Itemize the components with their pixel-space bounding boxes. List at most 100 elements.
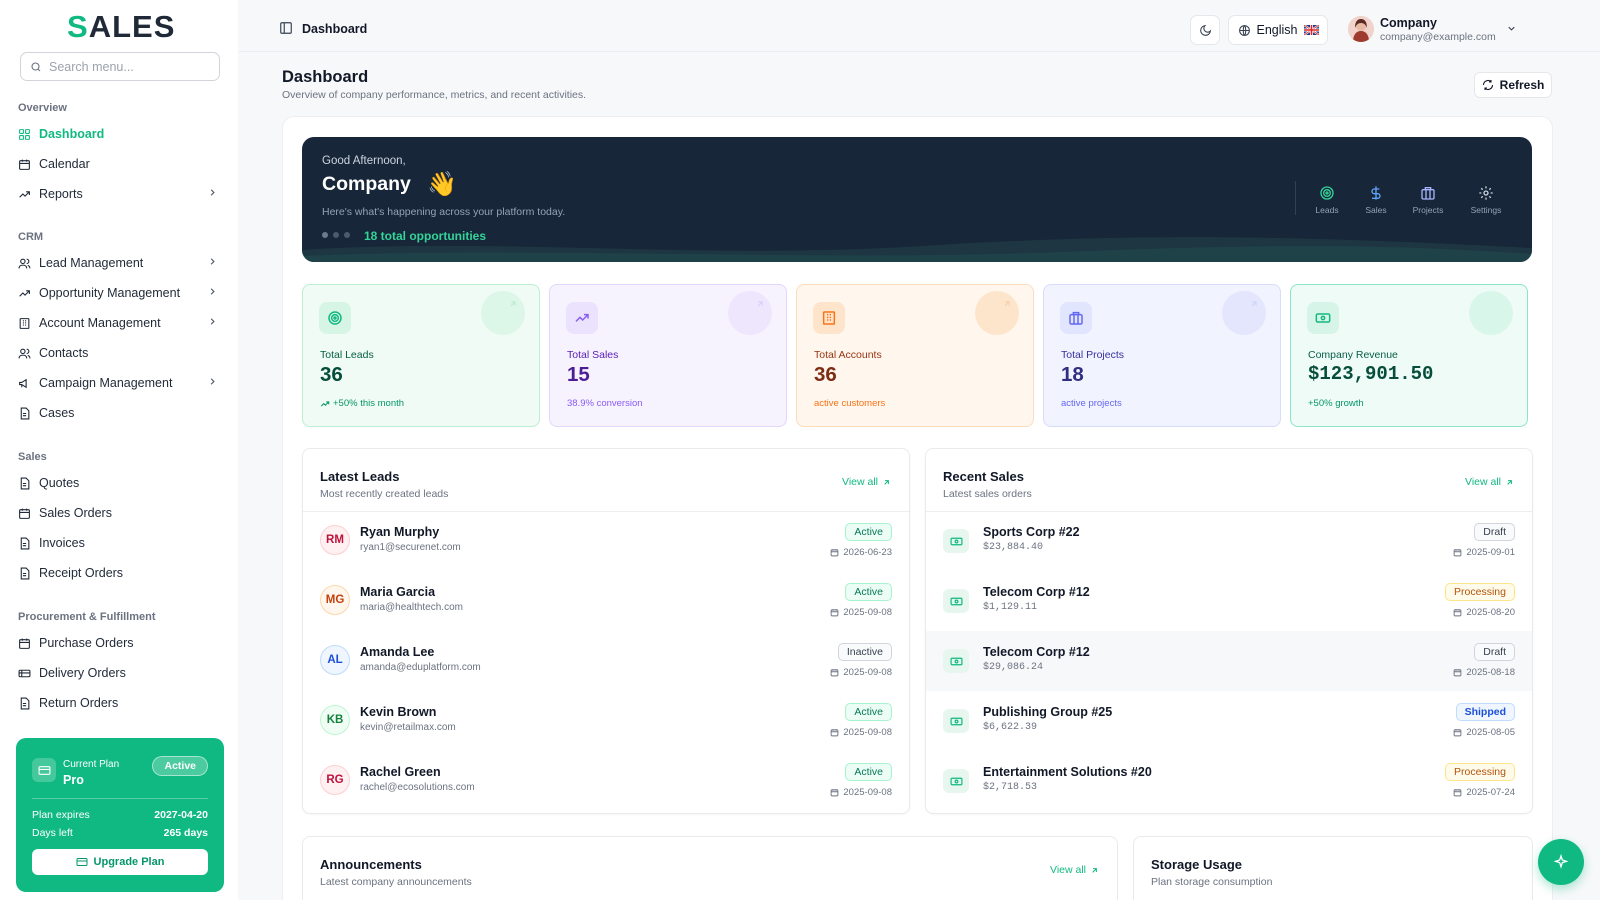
sidebar-item-reports[interactable]: Reports [18,182,222,206]
upgrade-plan-button[interactable]: Upgrade Plan [32,849,208,875]
lead-row[interactable]: MG Maria Garcia maria@healthtech.com Act… [303,571,909,631]
status-badge: Active [845,523,892,541]
view-all-announcements-link[interactable]: View all [1050,864,1099,876]
sale-name: Sports Corp #22 [983,525,1080,539]
panel-title: Storage Usage [1151,857,1243,872]
plan-expires-row: Plan expires 2027-04-20 [32,809,208,821]
app-logo[interactable]: SALES [67,9,175,45]
arrow-up-right-icon [884,479,889,485]
sidebar-item-contacts[interactable]: Contacts [18,341,222,365]
arrow-up-right-icon [1507,479,1512,485]
date-text: 2025-08-18 [1466,667,1515,678]
current-plan-card: Current Plan Pro Active Plan expires 202… [16,738,224,892]
lead-row[interactable]: AL Amanda Lee amanda@eduplatform.com Ina… [303,631,909,691]
lead-email: ryan1@securenet.com [360,542,461,553]
sidebar-item-receipt-orders[interactable]: Receipt Orders [18,561,222,585]
sale-row[interactable]: Telecom Corp #12 $1,129.11 Processing 20… [926,571,1532,631]
stat-label: Total Sales [567,349,619,361]
lead-email: amanda@eduplatform.com [360,662,481,673]
sidebar-item-sales-orders[interactable]: Sales Orders [18,501,222,525]
sidebar-item-label: Cases [39,406,75,420]
chevron-down-icon[interactable] [1506,23,1517,34]
credit-card-icon [32,758,56,782]
refresh-button[interactable]: Refresh [1474,72,1552,98]
sidebar-item-label: Invoices [39,536,85,550]
stat-card-total-projects[interactable]: Total Projects 18 active projects [1043,284,1281,427]
sale-name: Entertainment Solutions #20 [983,765,1152,779]
greeting-text: Good Afternoon, [322,155,406,167]
plan-divider [32,798,208,799]
stat-note-text: +50% growth [1308,398,1364,409]
hero-action-leads[interactable]: Leads [1303,185,1351,215]
theme-toggle-button[interactable] [1190,15,1220,45]
sidebar-item-purchase-orders[interactable]: Purchase Orders [18,631,222,655]
sidebar-item-label: Purchase Orders [39,636,134,650]
status-badge: Processing [1445,763,1515,781]
arrow-up-right-icon [1251,301,1257,307]
sidebar-item-calendar[interactable]: Calendar [18,152,222,176]
nav-group-overview: Overview [18,102,67,114]
chevron-right-icon [210,288,215,295]
sale-row[interactable]: Publishing Group #25 $6,622.39 Shipped 2… [926,691,1532,751]
stat-note-text: active projects [1061,398,1122,409]
search-icon [31,61,41,71]
stat-card-total-leads[interactable]: Total Leads 36 +50% this month [302,284,540,427]
view-all-label: View all [1050,864,1086,876]
sale-row[interactable]: Sports Corp #22 $23,884.40 Draft 2025-09… [926,511,1532,571]
calendar-icon [1454,609,1462,617]
stat-value: 15 [567,363,590,386]
language-selector[interactable]: English [1228,15,1328,45]
sidebar-item-opportunity-management[interactable]: Opportunity Management [18,281,222,305]
sidebar-item-lead-management[interactable]: Lead Management [18,251,222,275]
sidebar-item-dashboard[interactable]: Dashboard [18,122,222,146]
trend-icon [19,190,30,198]
stat-card-total-sales[interactable]: Total Sales 15 38.9% conversion [549,284,787,427]
sale-row[interactable]: Entertainment Solutions #20 $2,718.53 Pr… [926,751,1532,811]
arrow-up-right-icon [510,301,516,307]
sale-name: Publishing Group #25 [983,705,1113,719]
view-all-sales-link[interactable]: View all [1465,476,1514,488]
briefcase-icon [1421,187,1435,200]
sidebar-item-label: Lead Management [39,256,144,270]
lead-date: 2025-09-08 [830,727,892,738]
sidebar-item-invoices[interactable]: Invoices [18,531,222,555]
calendar-icon [831,549,839,557]
trend-icon [19,289,30,297]
calendar-icon [19,508,30,519]
lead-name: Maria Garcia [360,585,436,599]
lead-row[interactable]: RM Ryan Murphy ryan1@securenet.com Activ… [303,511,909,571]
hero-action-settings[interactable]: Settings [1462,185,1510,215]
lead-email: rachel@ecosolutions.com [360,782,475,793]
search-input[interactable] [49,59,209,74]
sidebar-toggle-icon[interactable] [279,21,293,35]
lead-email: maria@healthtech.com [360,602,463,613]
lead-date: 2025-09-08 [830,667,892,678]
avatar[interactable] [1348,16,1374,42]
hero-action-projects[interactable]: Projects [1404,185,1452,215]
sale-row[interactable]: Telecom Corp #12 $29,086.24 Draft 2025-0… [926,631,1532,691]
date-text: 2025-08-20 [1466,607,1515,618]
calendar-icon [831,729,839,737]
hero-action-sales[interactable]: Sales [1352,185,1400,215]
sidebar-item-account-management[interactable]: Account Management [18,311,222,335]
credit-card-icon [76,858,88,866]
chevron-right-icon [210,258,215,265]
user-name[interactable]: Company [1380,16,1437,30]
sidebar-item-campaign-management[interactable]: Campaign Management [18,371,222,395]
nav-group-sales: Sales [18,451,47,463]
stat-card-company-revenue[interactable]: Company Revenue $123,901.50 +50% growth [1290,284,1528,427]
sidebar-item-return-orders[interactable]: Return Orders [18,691,222,715]
lead-row[interactable]: RG Rachel Green rachel@ecosolutions.com … [303,751,909,811]
search-box [20,52,220,81]
stat-card-total-accounts[interactable]: Total Accounts 36 active customers [796,284,1034,427]
sale-date: 2025-08-18 [1453,667,1515,678]
status-badge: Processing [1445,583,1515,601]
sidebar-item-quotes[interactable]: Quotes [18,471,222,495]
plan-label: Current Plan [63,759,120,770]
view-all-leads-link[interactable]: View all [842,476,891,488]
stat-note-text: active customers [814,398,886,409]
sidebar-item-delivery-orders[interactable]: Delivery Orders [18,661,222,685]
sidebar-item-cases[interactable]: Cases [18,401,222,425]
assistant-fab-button[interactable] [1538,839,1584,885]
lead-row[interactable]: KB Kevin Brown kevin@retailmax.com Activ… [303,691,909,751]
